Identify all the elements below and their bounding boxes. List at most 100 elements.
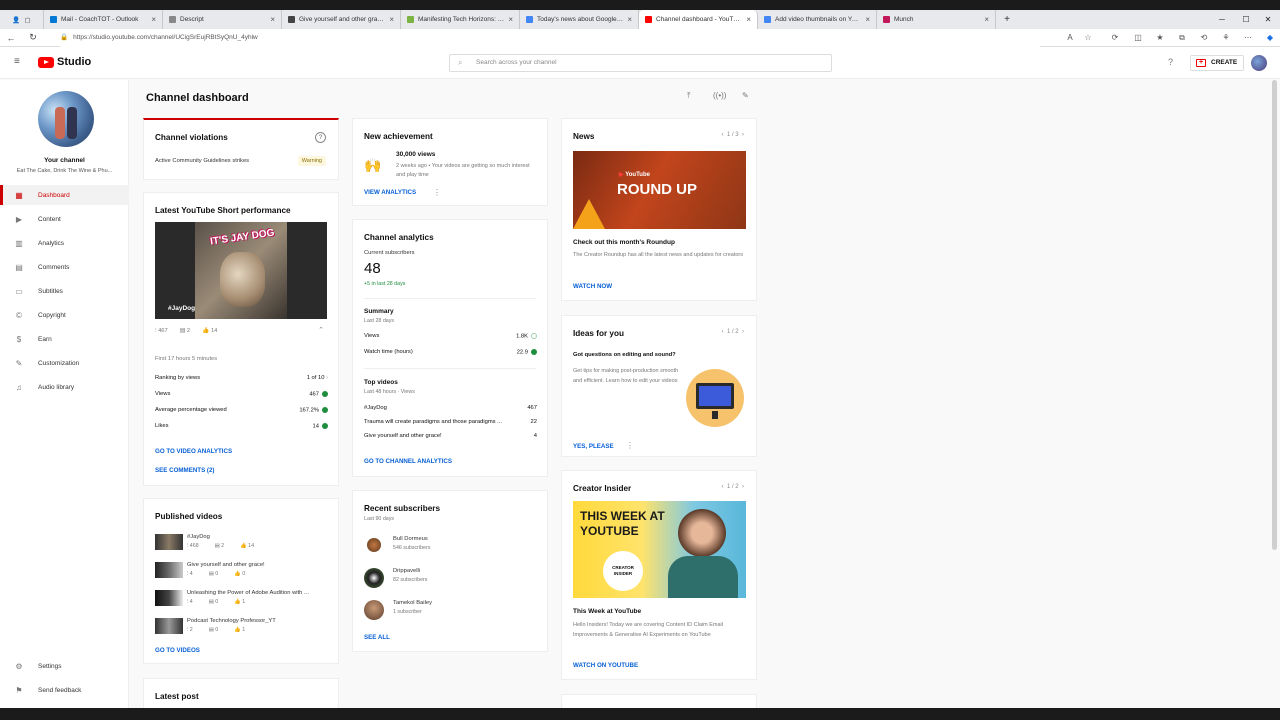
more-options-icon[interactable]: ⋮ — [626, 441, 634, 450]
chevron-left-icon[interactable]: ‹ — [722, 484, 724, 490]
browser-tab[interactable]: Give yourself and other grace! - × — [282, 10, 401, 29]
see-all-link[interactable]: SEE ALL — [364, 634, 390, 641]
short-thumbnail[interactable]: IT'S JAY DOG #JayDog — [155, 222, 327, 319]
tab-actions[interactable]: 👤 ▢ — [0, 10, 44, 29]
more-menu-icon[interactable]: ⋯ — [1238, 29, 1258, 47]
sidebar-item-send-feedback[interactable]: ⚑ Send feedback — [0, 680, 129, 700]
help-icon[interactable]: ? — [1168, 57, 1173, 67]
more-options-icon[interactable]: ⋮ — [433, 188, 441, 197]
account-avatar[interactable] — [1251, 55, 1267, 71]
chevron-right-icon[interactable]: › — [326, 375, 328, 381]
insider-thumbnail[interactable]: THIS WEEK AT YOUTUBE CREATOR INSIDER — [573, 501, 746, 598]
video-list-item[interactable]: Give yourself and other grace! ⫶ 4 ▤ 0 👍 0 — [155, 562, 331, 580]
create-button[interactable]: + CREATE — [1190, 55, 1245, 71]
close-tab-icon[interactable]: × — [270, 15, 275, 24]
tab-title: Mail - CoachTOT - Outlook — [61, 16, 139, 23]
video-list-item[interactable]: Podcast Technology Professor_YT ⫶ 2 ▤ 0 👍 … — [155, 618, 331, 636]
go-to-channel-analytics-link[interactable]: GO TO CHANNEL ANALYTICS — [364, 458, 452, 465]
close-tab-icon[interactable]: × — [627, 15, 632, 24]
copilot-icon[interactable]: ◆ — [1260, 29, 1280, 47]
chevron-right-icon[interactable]: › — [742, 329, 744, 335]
top-video-row[interactable]: Trauma will create paradigms and those p… — [364, 419, 537, 425]
close-tab-icon[interactable]: × — [984, 15, 989, 24]
subscriber-item[interactable]: Bull Dormeus 546 subscribers — [364, 536, 534, 556]
go-to-videos-link[interactable]: GO TO VIDEOS — [155, 647, 200, 654]
sidebar-item-content[interactable]: ▶ Content — [0, 209, 129, 229]
browser-tab[interactable]: Add video thumbnails on YouTu × — [758, 10, 877, 29]
insider-pager[interactable]: ‹ 1 / 2 › — [722, 484, 744, 490]
video-list-item[interactable]: #JayDog ⫶ 468 ▤ 2 👍 14 — [155, 534, 331, 552]
upload-icon[interactable]: ⤒ — [687, 91, 691, 101]
sync-icon[interactable]: ⟲ — [1194, 29, 1214, 47]
sidebar-item-customization[interactable]: ✎ Customization — [0, 353, 129, 373]
channel-avatar[interactable] — [38, 91, 94, 147]
collections-icon[interactable]: ⧉ — [1172, 29, 1192, 47]
read-aloud-icon[interactable]: A — [1060, 29, 1080, 47]
chevron-left-icon[interactable]: ‹ — [722, 132, 724, 138]
close-window-icon[interactable]: ✕ — [1256, 10, 1280, 29]
search-input[interactable]: ⌕ Search across your channel — [449, 54, 832, 72]
subscriber-item[interactable]: Drippavelli 82 subscribers — [364, 568, 534, 588]
sidebar-item-comments[interactable]: ▤ Comments — [0, 257, 129, 277]
stat-label: Views — [155, 391, 171, 398]
favorite-star-icon[interactable]: ☆ — [1078, 29, 1098, 47]
watch-now-link[interactable]: WATCH NOW — [573, 283, 612, 290]
browser-tab-bar: 👤 ▢ Mail - CoachTOT - Outlook × Descript × … — [0, 10, 1280, 29]
refresh-icon[interactable]: ↻ — [22, 32, 44, 43]
browser-extension-icon[interactable]: ⚘ — [1216, 29, 1236, 47]
browser-tab[interactable]: Today's news about Google Pod × — [520, 10, 639, 29]
close-tab-icon[interactable]: × — [865, 15, 870, 24]
top-video-row[interactable]: #JayDog 467 — [364, 405, 537, 411]
sidebar-item-subtitles[interactable]: ▭ Subtitles — [0, 281, 129, 301]
subscriber-item[interactable]: Tamekol Bailey 1 subscriber — [364, 600, 534, 620]
view-analytics-link[interactable]: VIEW ANALYTICS — [364, 189, 416, 196]
see-comments-link[interactable]: SEE COMMENTS (2) — [155, 467, 214, 474]
sidebar-item-audio-library[interactable]: ♫ Audio library — [0, 377, 129, 397]
hamburger-menu-icon[interactable]: ≡ — [14, 56, 20, 67]
browser-tab-active[interactable]: Channel dashboard - YouTube St × — [639, 10, 758, 29]
news-image[interactable]: ▶ YouTube ROUND UP — [573, 151, 746, 229]
sidebar-item-copyright[interactable]: © Copyright — [0, 305, 129, 325]
yes-please-link[interactable]: YES, PLEASE — [573, 443, 614, 450]
browser-tab[interactable]: Manifesting Tech Horizons: The × — [401, 10, 520, 29]
split-screen-icon[interactable]: ◫ — [1128, 29, 1148, 47]
close-tab-icon[interactable]: × — [389, 15, 394, 24]
sidebar-item-dashboard[interactable]: ▦ Dashboard — [0, 185, 129, 205]
news-pager[interactable]: ‹ 1 / 3 › — [722, 132, 744, 138]
tab-overview-icon[interactable]: ▢ — [24, 16, 30, 24]
watch-on-youtube-link[interactable]: WATCH ON YOUTUBE — [573, 662, 638, 669]
go-to-video-analytics-link[interactable]: GO TO VIDEO ANALYTICS — [155, 448, 232, 455]
browser-tab[interactable]: Mail - CoachTOT - Outlook × — [44, 10, 163, 29]
close-tab-icon[interactable]: × — [508, 15, 513, 24]
scrollbar-thumb[interactable] — [1272, 80, 1277, 550]
back-icon[interactable]: ← — [0, 33, 22, 43]
browser-tab[interactable]: Descript × — [163, 10, 282, 29]
sidebar-item-settings[interactable]: ⚙ Settings — [0, 656, 129, 676]
chevron-right-icon[interactable]: › — [742, 484, 744, 490]
maximize-icon[interactable]: ☐ — [1234, 10, 1258, 29]
help-icon[interactable]: ? — [315, 132, 326, 143]
sidebar-item-analytics[interactable]: ▥ Analytics — [0, 233, 129, 253]
editing-illustration-icon — [686, 369, 744, 427]
go-live-icon[interactable]: ((•)) — [713, 91, 726, 100]
ideas-pager[interactable]: ‹ 1 / 2 › — [722, 329, 744, 335]
create-post-icon[interactable]: ✎ — [742, 91, 749, 100]
top-video-row[interactable]: Give yourself and other grace! 4 — [364, 433, 537, 439]
video-thumbnail — [155, 618, 183, 634]
new-tab-button[interactable]: + — [996, 10, 1018, 29]
chevron-left-icon[interactable]: ‹ — [722, 329, 724, 335]
chevron-up-icon[interactable]: ⌃ — [318, 326, 324, 334]
video-list-item[interactable]: Unleashing the Power of Adobe Audition w… — [155, 590, 331, 608]
close-tab-icon[interactable]: × — [151, 15, 156, 24]
browser-tab[interactable]: Munch × — [877, 10, 996, 29]
url-field[interactable]: 🔒 https://studio.youtube.com/channel/UCig… — [60, 29, 1040, 47]
sidebar-item-earn[interactable]: $ Earn — [0, 329, 129, 349]
likes-stat: 👍 14 — [240, 543, 255, 549]
extension-icon[interactable]: ⟳ — [1105, 29, 1125, 47]
profile-icon[interactable]: 👤 — [12, 16, 20, 24]
favorites-icon[interactable]: ★ — [1150, 29, 1170, 47]
close-tab-icon[interactable]: × — [746, 15, 751, 24]
studio-logo[interactable]: Studio — [38, 56, 91, 68]
minimize-icon[interactable]: ─ — [1210, 10, 1234, 29]
chevron-right-icon[interactable]: › — [742, 132, 744, 138]
